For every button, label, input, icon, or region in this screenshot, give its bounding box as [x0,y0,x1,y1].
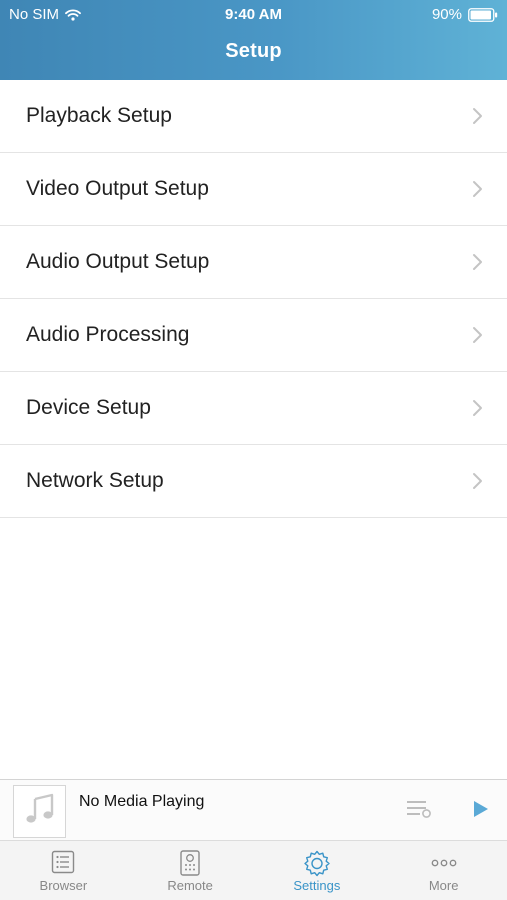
page-title: Setup [225,40,282,62]
tab-label: More [428,878,459,893]
chevron-right-icon [472,253,483,276]
chevron-right-icon [472,399,483,422]
chevron-right-icon [472,472,483,495]
menu-item-audio-processing[interactable]: Audio Processing [0,299,507,372]
menu-item-label: Audio Processing [26,323,190,346]
battery-percent: 90% [431,6,462,23]
status-time: 9:40 AM [225,6,282,23]
tab-label: Settings [293,878,341,893]
tab-label: Remote [167,878,213,893]
battery-icon [468,7,498,22]
status-right: 90% [432,6,498,23]
chevron-right-icon [472,326,483,349]
tab-settings[interactable]: Settings [254,841,381,900]
queue-icon[interactable] [406,800,432,823]
tab-more[interactable]: More [380,841,507,900]
music-note-icon [23,792,57,831]
more-icon [430,850,458,881]
setup-menu: Playback Setup Video Output Setup Audio … [0,80,507,518]
menu-item-label: Device Setup [26,396,151,419]
menu-item-label: Playback Setup [26,104,172,127]
chevron-right-icon [472,107,483,130]
menu-item-video-output-setup[interactable]: Video Output Setup [0,153,507,226]
tab-remote[interactable]: Remote [127,841,254,900]
menu-item-label: Video Output Setup [26,177,209,200]
now-playing-text: No Media Playing [79,793,205,810]
tab-browser[interactable]: Browser [0,841,127,900]
menu-item-playback-setup[interactable]: Playback Setup [0,80,507,153]
menu-item-label: Network Setup [26,469,164,492]
menu-item-device-setup[interactable]: Device Setup [0,372,507,445]
list-icon [51,850,75,879]
menu-item-label: Audio Output Setup [26,250,210,273]
header: No SIM 9:40 AM 90% Setup [0,0,507,80]
chevron-right-icon [472,180,483,203]
menu-item-network-setup[interactable]: Network Setup [0,445,507,518]
now-playing-bar[interactable]: No Media Playing [0,779,507,840]
menu-item-audio-output-setup[interactable]: Audio Output Setup [0,226,507,299]
remote-icon [179,850,201,881]
tab-bar: Browser Remote Settings More [0,840,507,900]
play-icon[interactable] [472,799,490,824]
tab-label: Browser [39,878,88,893]
album-art-placeholder [13,785,66,838]
status-bar: No SIM 9:40 AM 90% [0,0,507,28]
